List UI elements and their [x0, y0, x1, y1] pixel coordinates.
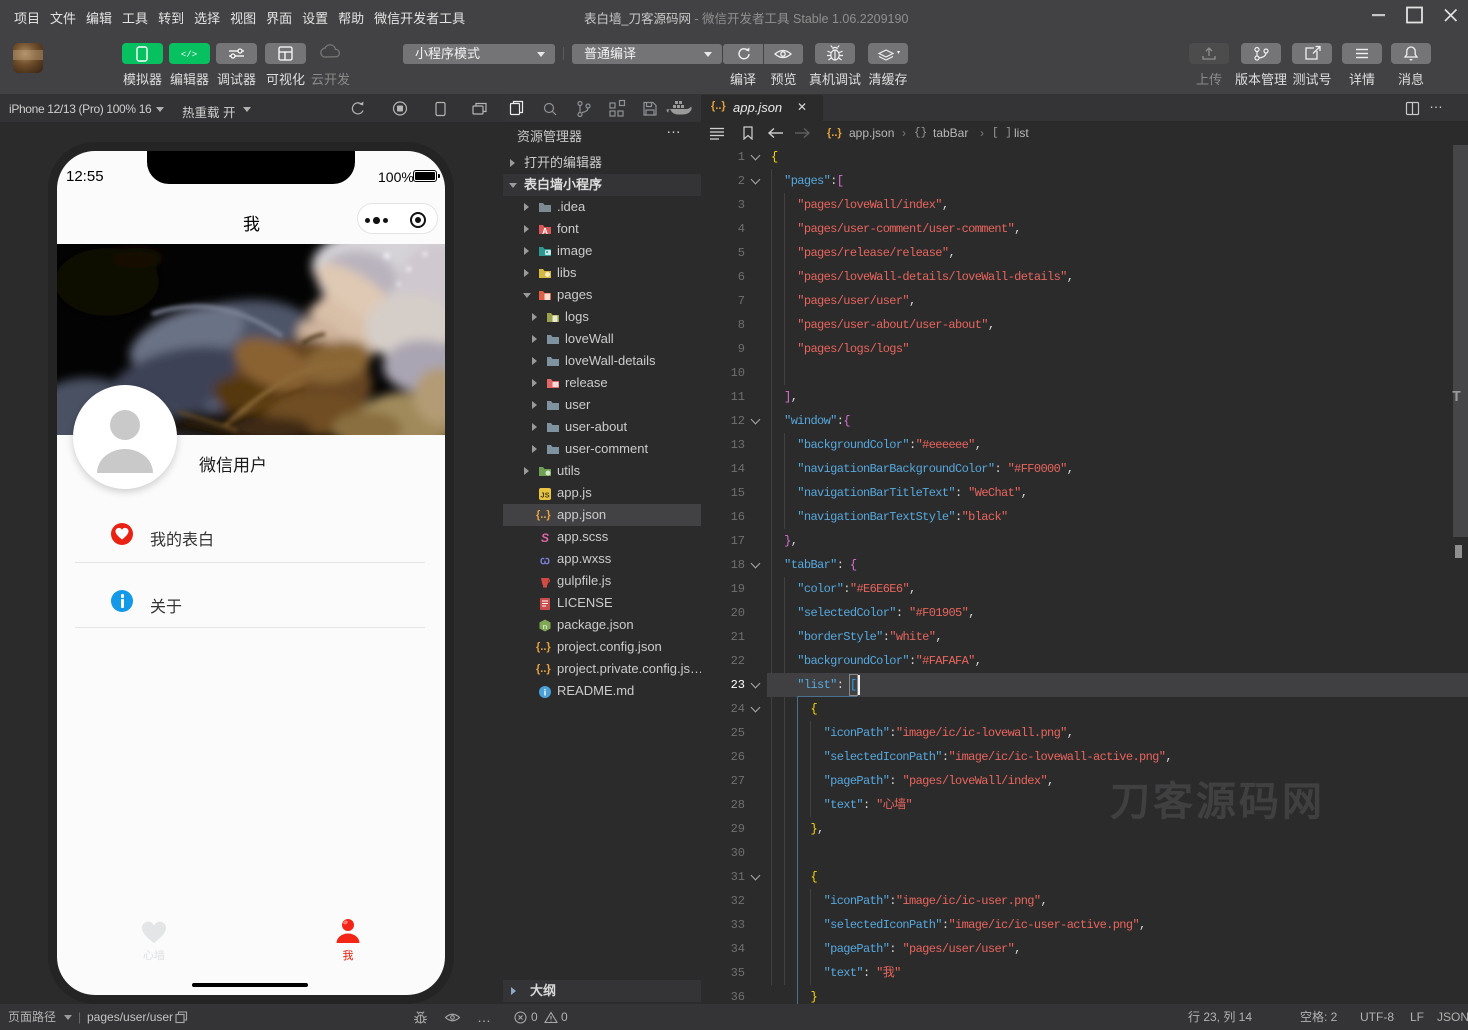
svg-text:ꞷ: ꞷ [540, 555, 550, 566]
svg-text:S: S [541, 531, 549, 544]
svg-text:n: n [543, 622, 547, 631]
svg-text:</>: </> [181, 50, 197, 60]
svg-text:A: A [542, 227, 548, 236]
svg-text:JS: JS [540, 491, 549, 500]
svg-text:i: i [544, 688, 547, 698]
